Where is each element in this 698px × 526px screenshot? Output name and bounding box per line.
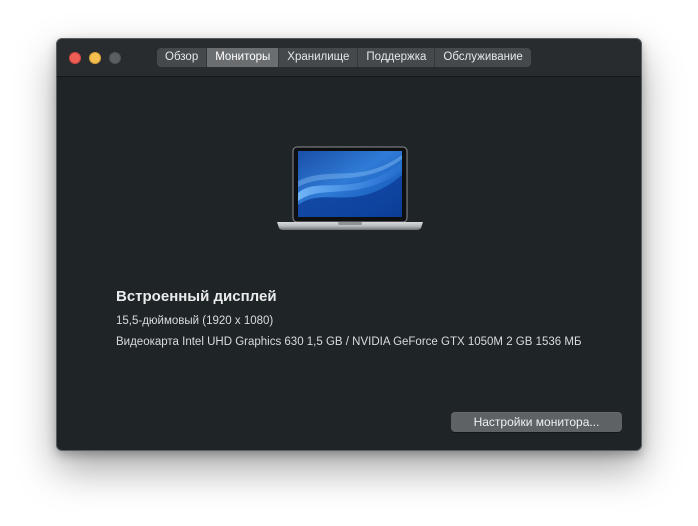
close-window-button[interactable] bbox=[69, 52, 81, 64]
tab-service[interactable]: Обслуживание bbox=[435, 48, 530, 67]
title-bar: Обзор Мониторы Хранилище Поддержка Обслу… bbox=[57, 39, 641, 77]
tab-bar: Обзор Мониторы Хранилище Поддержка Обслу… bbox=[157, 48, 531, 67]
about-this-mac-window: Обзор Мониторы Хранилище Поддержка Обслу… bbox=[56, 38, 642, 451]
display-size: 15,5-дюймовый (1920 x 1080) bbox=[116, 315, 274, 327]
display-title: Встроенный дисплей bbox=[116, 288, 277, 305]
macbook-pro-laptop-icon bbox=[277, 146, 423, 230]
monitor-settings-button[interactable]: Настройки монитора... bbox=[451, 412, 622, 432]
tab-overview[interactable]: Обзор bbox=[157, 48, 208, 67]
graphics-info: Видеокарта Intel UHD Graphics 630 1,5 GB… bbox=[116, 336, 582, 348]
zoom-window-button[interactable] bbox=[109, 52, 121, 64]
tab-storage[interactable]: Хранилище bbox=[279, 48, 359, 67]
tab-support[interactable]: Поддержка bbox=[358, 48, 436, 67]
tab-displays[interactable]: Мониторы bbox=[207, 48, 280, 67]
minimize-window-button[interactable] bbox=[89, 52, 101, 64]
